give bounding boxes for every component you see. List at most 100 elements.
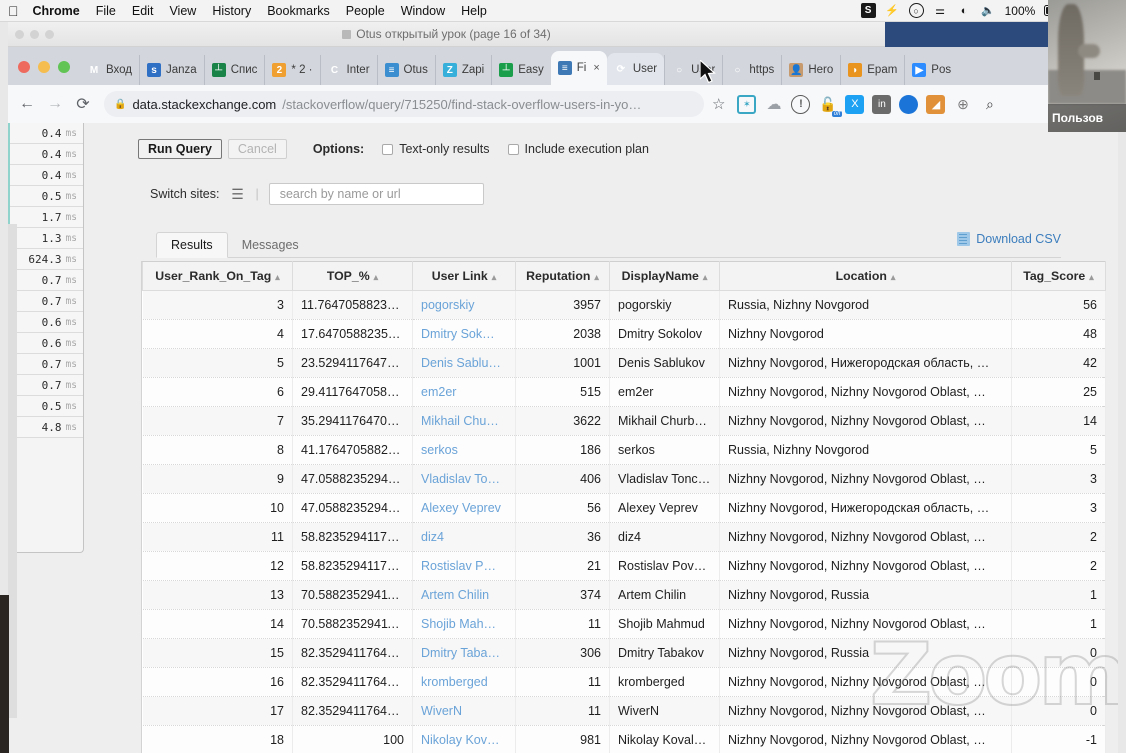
user-profile-link[interactable]: WiverN [421,704,462,718]
cell-user-link[interactable]: Vladislav To… [412,464,516,494]
cell-user-link[interactable]: pogorskiy [412,290,516,320]
site-search-input[interactable]: search by name or url [268,183,484,205]
cell-user-link[interactable]: Alexey Veprev [412,493,516,523]
menu-view[interactable]: View [169,4,196,18]
sort-arrow-icon[interactable]: ▴ [275,272,280,282]
col-header-location[interactable]: Location ▴ [719,261,1012,291]
cell-user-link[interactable]: Rostislav P… [412,551,516,581]
web-globe-icon[interactable]: ⊕ [953,95,972,114]
cell-user-link[interactable]: WiverN [412,696,516,726]
text-only-results-option[interactable]: Text-only results [382,142,490,156]
run-query-button[interactable]: Run Query [138,139,222,159]
cell-user-link[interactable]: diz4 [412,522,516,552]
user-profile-link[interactable]: Vladislav To… [421,472,500,486]
cell-user-link[interactable]: Shojib Mah… [412,609,516,639]
menu-people[interactable]: People [346,4,385,18]
sort-arrow-icon[interactable]: ▴ [891,272,896,282]
volume-icon[interactable]: 🔈 [981,3,996,18]
skype-icon[interactable]: S [860,3,876,18]
user-profile-link[interactable]: serkos [421,443,458,457]
close-window-button[interactable] [18,61,30,73]
col-header-reputation[interactable]: Reputation ▴ [515,261,610,291]
cell-user-link[interactable]: Mikhail Chu… [412,406,516,436]
user-profile-link[interactable]: Dmitry Taba… [421,646,500,660]
apple-logo-icon[interactable]:  [8,4,19,18]
browser-tab-13[interactable]: ◗ Epam [840,55,904,85]
text-only-results-checkbox[interactable] [382,143,394,155]
user-profile-link[interactable]: pogorskiy [421,298,475,312]
cell-user-link[interactable]: em2er [412,377,516,407]
maximize-window-button[interactable] [58,61,70,73]
menu-history[interactable]: History [212,4,251,18]
include-execution-plan-checkbox[interactable] [507,143,519,155]
blue-globe-icon[interactable] [899,94,919,114]
cell-user-link[interactable]: Dmitry Taba… [412,638,516,668]
col-header-displayname[interactable]: DisplayName ▴ [609,261,720,291]
browser-tab-6[interactable]: Z Zapi [434,55,491,85]
bookmark-star-icon[interactable]: ☆ [712,95,725,113]
col-header-tag-score[interactable]: Tag_Score ▴ [1011,261,1106,291]
include-execution-plan-option[interactable]: Include execution plan [507,142,649,156]
sort-arrow-icon[interactable]: ▴ [703,272,708,282]
traffic-lights[interactable] [8,61,80,85]
cell-user-link[interactable]: kromberged [412,667,516,697]
vpn-icon[interactable]: ⚌ [933,3,948,18]
menu-file[interactable]: File [96,4,116,18]
user-profile-link[interactable]: Alexey Veprev [421,501,501,515]
browser-tab-3[interactable]: 2 * 2 · [264,55,319,85]
col-header-user-rank-on-tag[interactable]: User_Rank_On_Tag ▴ [142,261,293,291]
linkedin-icon[interactable]: in [872,94,892,114]
cell-user-link[interactable]: Nikolay Kov… [412,725,516,753]
tab-results[interactable]: Results [156,232,228,258]
browser-tab-11[interactable]: ○ https [722,55,781,85]
magnify-icon[interactable]: ⌕ [980,95,999,114]
dropbox-icon[interactable]: ○ [908,3,924,18]
cell-user-link[interactable]: Artem Chilin [412,580,516,610]
user-profile-link[interactable]: Mikhail Chu… [421,414,499,428]
browser-tab-1[interactable]: s Janzа [139,55,204,85]
sort-arrow-icon[interactable]: ▴ [492,272,497,282]
forward-arrow-icon[interactable]: → [42,91,68,117]
user-profile-link[interactable]: kromberged [421,675,488,689]
wifi-icon[interactable]: ◐ [957,3,972,18]
user-profile-link[interactable]: Dmitry Sok… [421,327,495,341]
menu-window[interactable]: Window [401,4,445,18]
zoom-participant-video[interactable]: Пользов [1048,0,1126,132]
browser-tab-7[interactable]: ┴ Easy [491,55,551,85]
bolt-icon[interactable]: ⚡ [885,3,900,18]
browser-tab-4[interactable]: C Inter [319,55,377,85]
back-arrow-icon[interactable]: ← [14,91,40,117]
browser-tab-0[interactable]: M Вход [80,55,139,85]
close-tab-icon[interactable]: × [593,62,599,74]
user-profile-link[interactable]: Rostislav P… [421,559,496,573]
browser-tab-12[interactable]: 👤 Hero [781,55,840,85]
cell-user-link[interactable]: Dmitry Sok… [412,319,516,349]
user-profile-link[interactable]: Denis Sablu… [421,356,501,370]
user-profile-link[interactable]: diz4 [421,530,444,544]
reload-icon[interactable]: ⟳ [70,91,96,117]
menu-chrome[interactable]: Chrome [33,4,80,18]
mountain-image-icon[interactable]: ◢ [926,94,946,114]
minimize-window-button[interactable] [38,61,50,73]
user-profile-link[interactable]: Nikolay Kov… [421,733,500,747]
browser-tab-9[interactable]: ⟳ User [606,53,665,85]
momentum-icon[interactable]: ✶ [737,94,757,114]
browser-tab-2[interactable]: ┴ Спис [203,55,265,85]
tab-messages[interactable]: Messages [228,233,313,257]
stackoverflow-icon[interactable]: ☰ [229,186,245,202]
col-header-top-percent[interactable]: TOP_% ▴ [292,261,413,291]
menu-bookmarks[interactable]: Bookmarks [267,4,330,18]
user-profile-link[interactable]: Artem Chilin [421,588,489,602]
menu-help[interactable]: Help [461,4,487,18]
address-bar[interactable]: 🔒 data.stackexchange.com /stackoverflow/… [104,91,704,117]
user-profile-link[interactable]: Shojib Mah… [421,617,496,631]
browser-tab-5[interactable]: ≡ Otus [376,55,435,85]
cloud-icon[interactable]: ☁ [764,95,783,114]
browser-tab-active-stackexchange[interactable]: ≡ Fi × [550,51,607,85]
menu-edit[interactable]: Edit [132,4,154,18]
user-profile-link[interactable]: em2er [421,385,456,399]
sort-arrow-icon[interactable]: ▴ [1089,272,1094,282]
excel-icon[interactable]: X [845,94,865,114]
sort-arrow-icon[interactable]: ▴ [594,272,599,282]
download-csv-link[interactable]: Download CSV [957,232,1061,246]
